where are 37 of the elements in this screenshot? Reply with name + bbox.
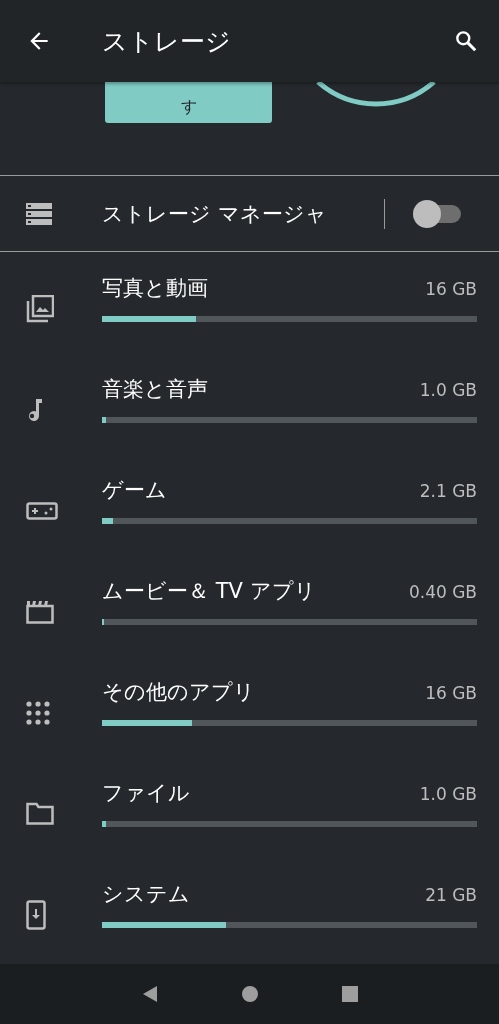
photo-stack-icon: [26, 294, 54, 323]
category-size: 1.0 GB: [419, 783, 477, 804]
recents-icon[interactable]: [341, 986, 358, 1002]
category-size: 16 GB: [425, 682, 477, 703]
category-name: システム: [102, 880, 190, 908]
storage-manager-label: ストレージ マネージャ: [102, 200, 328, 228]
category-row[interactable]: その他のアプリ 16 GB: [0, 656, 499, 757]
category-row[interactable]: ムービー＆ TV アプリ 0.40 GB: [0, 555, 499, 656]
category-name: ゲーム: [102, 476, 167, 504]
music-note-icon: [26, 396, 44, 423]
category-row[interactable]: 写真と動画 16 GB: [0, 252, 499, 353]
category-name: その他のアプリ: [102, 678, 255, 706]
back-icon[interactable]: [141, 985, 158, 1003]
folder-icon: [26, 802, 54, 825]
category-size: 1.0 GB: [419, 379, 477, 400]
phone-download-icon: [26, 899, 46, 930]
category-size: 16 GB: [425, 278, 477, 299]
category-name: ムービー＆ TV アプリ: [102, 577, 316, 605]
category-size: 21 GB: [425, 884, 477, 905]
category-name: 写真と動画: [102, 274, 208, 302]
gamepad-icon: [26, 501, 58, 520]
category-row[interactable]: ゲーム 2.1 GB: [0, 454, 499, 555]
storage-list-icon: [26, 202, 52, 225]
category-row[interactable]: システム 21 GB: [0, 858, 499, 959]
app-grid-icon: [26, 700, 50, 725]
free-up-space-button[interactable]: す: [105, 82, 272, 123]
category-row[interactable]: ファイル 1.0 GB: [0, 757, 499, 858]
home-icon[interactable]: [240, 985, 259, 1003]
category-size: 0.40 GB: [408, 581, 477, 602]
screen-title: ストレージ: [102, 25, 232, 58]
category-size: 2.1 GB: [419, 480, 477, 501]
category-name: 音楽と音声: [102, 375, 208, 403]
search-icon[interactable]: [453, 28, 479, 54]
clapperboard-icon: [26, 599, 54, 624]
storage-manager-toggle[interactable]: [413, 199, 463, 228]
category-name: ファイル: [102, 779, 190, 807]
category-row[interactable]: 音楽と音声 1.0 GB: [0, 353, 499, 454]
